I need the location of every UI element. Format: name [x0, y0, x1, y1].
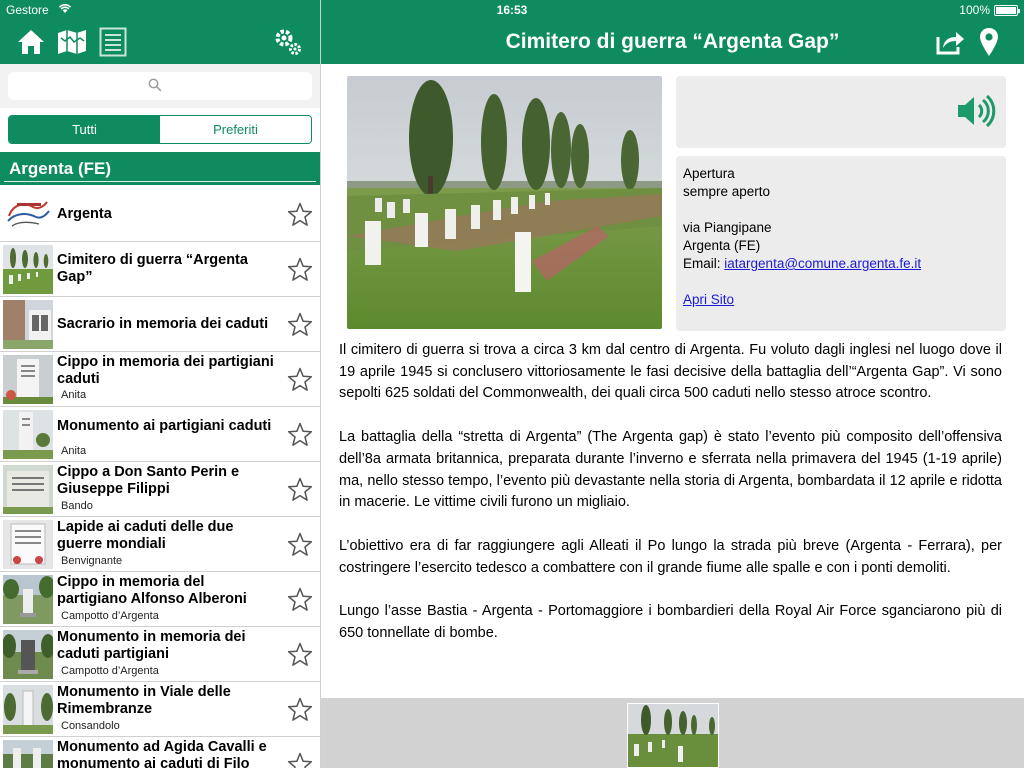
battery-percent: 100% [959, 3, 990, 17]
argenta-logo [3, 190, 53, 239]
list-item-title: Cimitero di guerra “Argenta Gap” [57, 252, 248, 285]
address: via Piangipane [683, 220, 772, 235]
star-icon[interactable] [287, 752, 313, 768]
home-icon[interactable] [15, 26, 47, 58]
list-item[interactable]: Cimitero di guerra “Argenta Gap” [0, 242, 320, 297]
left-navbar [0, 20, 320, 64]
map-icon[interactable] [56, 26, 88, 58]
section-header: Argenta (FE) [0, 152, 320, 185]
list-item-title: Lapide ai caduti delle due guerre mondia… [57, 519, 234, 552]
list-item-subtitle: Consandolo [61, 720, 120, 732]
photo-gallery-strip [321, 698, 1024, 768]
detail-panel: Apertura sempre aperto via Piangipane Ar… [321, 64, 1024, 698]
filter-segmented-control: Tutti Preferiti [8, 115, 312, 144]
app: { "status_bar": {"carrier": "Gestore", "… [0, 0, 1024, 768]
email-row: Email: iatargenta@comune.argenta.fe.it [683, 255, 1006, 273]
list-item-title: Monumento in memoria dei caduti partigia… [57, 629, 246, 662]
list-item[interactable]: Monumento in memoria dei caduti partigia… [0, 627, 320, 682]
search-icon [148, 78, 162, 97]
section-title: Argenta (FE) [9, 159, 111, 178]
memorial-thumbnail [3, 685, 53, 734]
list-item[interactable]: Monumento in Viale delle Rimembranze Con… [0, 682, 320, 737]
opening-value: sempre aperto [683, 184, 771, 199]
place-list: Argenta Cimitero di guerra “Argenta Gap”… [0, 187, 320, 768]
memorial-thumbnail [3, 575, 53, 624]
list-item-title: Cippo in memoria del partigiano Alfonso … [57, 574, 247, 607]
audio-speaker-icon[interactable] [956, 94, 996, 133]
list-item-subtitle: Benvignante [61, 555, 123, 567]
open-site-link[interactable]: Apri Sito [683, 292, 734, 307]
email-label: Email: [683, 256, 721, 271]
list-item[interactable]: Monumento ai partigiani caduti Anita [0, 407, 320, 462]
list-item[interactable]: Argenta [0, 187, 320, 242]
list-item-subtitle: Anita [61, 445, 87, 457]
star-icon[interactable] [287, 587, 313, 617]
description-paragraph: La battaglia della “stretta di Argenta” … [339, 429, 1002, 511]
memorial-thumbnail [3, 465, 53, 514]
list-item-title: Monumento ai partigiani caduti [57, 418, 272, 434]
star-icon[interactable] [287, 477, 313, 507]
section-underline [4, 181, 316, 182]
list-item[interactable]: Sacrario in memoria dei caduti [0, 297, 320, 352]
memorial-thumbnail [3, 520, 53, 569]
opening-label: Apertura [683, 166, 735, 181]
description-paragraph: Il cimitero di guerra si trova a circa 3… [339, 342, 1002, 402]
memorial-thumbnail [3, 630, 53, 679]
cemetery-thumbnail [3, 245, 53, 294]
battery-icon [994, 5, 1020, 16]
list-item[interactable]: Cippo in memoria del partigiano Alfonso … [0, 572, 320, 627]
memorial-thumbnail [3, 740, 53, 768]
settings-icon[interactable] [272, 26, 304, 58]
search-bar [0, 64, 320, 108]
email-link[interactable]: iatargenta@comune.argenta.fe.it [724, 256, 921, 271]
memorial-thumbnail [3, 300, 53, 349]
star-icon[interactable] [287, 312, 313, 342]
cemetery-photo[interactable] [347, 76, 662, 329]
list-item-subtitle: Anita [61, 389, 87, 401]
list-item-title: Sacrario in memoria dei caduti [57, 316, 269, 332]
star-icon[interactable] [287, 202, 313, 232]
location-pin-icon[interactable] [973, 26, 1005, 58]
memorial-thumbnail [3, 355, 53, 404]
place-list-panel: Tutti Preferiti Argenta (FE) Argenta Cim… [0, 64, 320, 768]
page-title: Cimitero di guerra “Argenta Gap” [505, 30, 840, 53]
clock: 16:53 [496, 3, 528, 17]
gallery-thumbnail[interactable] [627, 703, 719, 768]
list-item[interactable]: Cippo a Don Santo Perin e Giuseppe Filip… [0, 462, 320, 517]
description-paragraph: L’obiettivo era di far raggiungere agli … [339, 537, 1002, 576]
list-item[interactable]: Cippo in memoria dei partigiani caduti A… [0, 352, 320, 407]
info-panel: Apertura sempre aperto via Piangipane Ar… [676, 156, 1006, 331]
star-icon[interactable] [287, 697, 313, 727]
star-icon[interactable] [287, 257, 313, 287]
star-icon[interactable] [287, 422, 313, 452]
status-bar: Gestore 16:53 100% [0, 0, 1024, 20]
list-item-subtitle: Campotto d’Argenta [61, 665, 159, 677]
share-icon[interactable] [934, 26, 966, 58]
segment-all[interactable]: Tutti [9, 116, 160, 143]
description-paragraph: Lungo l’asse Bastia - Argenta - Portomag… [339, 603, 1002, 642]
city: Argenta (FE) [683, 238, 761, 253]
star-icon[interactable] [287, 367, 313, 397]
list-item-subtitle: Bando [61, 500, 93, 512]
list-icon[interactable] [97, 26, 129, 58]
description: Il cimitero di guerra si trova a circa 3… [339, 340, 1002, 667]
star-icon[interactable] [287, 642, 313, 672]
memorial-thumbnail [3, 410, 53, 459]
segment-favorites[interactable]: Preferiti [160, 116, 311, 143]
star-icon[interactable] [287, 532, 313, 562]
list-item-title: Cippo a Don Santo Perin e Giuseppe Filip… [57, 464, 240, 497]
detail-navbar: Cimitero di guerra “Argenta Gap” [321, 20, 1024, 64]
list-item-subtitle: Campotto d’Argenta [61, 610, 159, 622]
list-item-title: Cippo in memoria dei partigiani caduti [57, 354, 274, 387]
list-item[interactable]: Monumento ad Agida Cavalli e monumento a… [0, 737, 320, 768]
list-item-title: Monumento ad Agida Cavalli e monumento a… [57, 739, 267, 768]
list-item-title: Monumento in Viale delle Rimembranze [57, 684, 231, 717]
list-item[interactable]: Lapide ai caduti delle due guerre mondia… [0, 517, 320, 572]
list-item-title: Argenta [57, 206, 112, 222]
audio-panel [676, 76, 1006, 148]
